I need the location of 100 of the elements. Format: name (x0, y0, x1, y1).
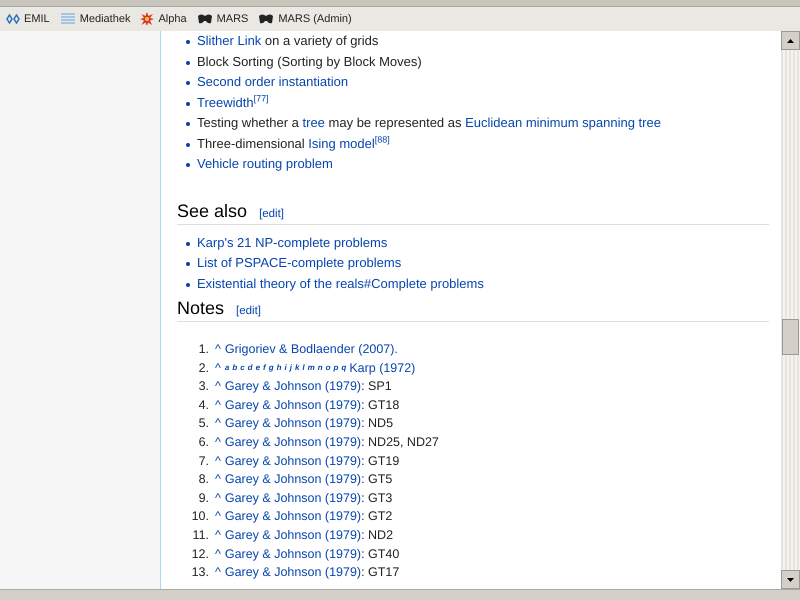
article-link[interactable]: Karp's 21 NP-complete problems (197, 234, 388, 250)
article-link[interactable]: Existential theory of the reals#Complete problems (197, 276, 484, 290)
bullet-icon (186, 242, 190, 246)
scrollbar[interactable] (781, 31, 800, 589)
bookmark-link[interactable]: EMIL (6, 12, 50, 26)
section-heading: See also (177, 200, 248, 222)
up-arrow-icon (787, 38, 794, 42)
list-text: Slither Link on a variety of grids (197, 33, 378, 48)
bookmark-link[interactable]: MARS (Admin) (258, 13, 352, 25)
article-link[interactable]: Slither Link (197, 33, 262, 48)
backlink-letter[interactable]: b (232, 358, 238, 378)
lines-icon (60, 12, 76, 26)
list-text: Block Sorting (Sorting by Block Moves) (197, 54, 422, 68)
backlink-caret[interactable]: ^ (215, 414, 221, 433)
note-number: 6. (198, 434, 209, 451)
mask-icon (258, 13, 274, 25)
backlink-caret[interactable]: ^ (215, 358, 221, 378)
edit-link[interactable]: [edit] (259, 208, 284, 220)
backlink-caret[interactable]: ^ (215, 488, 221, 508)
bullet-icon (186, 60, 190, 64)
note-number: 3. (198, 378, 209, 396)
citation-link[interactable]: Garey & Johnson (1979) (224, 544, 362, 564)
backlink-letter[interactable]: n (318, 358, 323, 378)
note-detail: : ND2 (361, 526, 394, 544)
backlink-caret[interactable]: ^ (215, 544, 221, 564)
note-detail: : GT19 (361, 452, 400, 470)
backlink-caret[interactable]: ^ (215, 452, 221, 470)
backlink-letter[interactable]: m (308, 358, 315, 378)
citation-link[interactable]: Garey & Johnson (1979) (224, 414, 362, 433)
backlink-caret[interactable]: ^ (215, 470, 221, 489)
citation-link[interactable]: Garey & Johnson (1979) (224, 563, 362, 582)
bullet-icon (186, 262, 190, 266)
diamonds-icon (6, 12, 20, 26)
note-detail: : GT17 (361, 564, 400, 582)
citation-link[interactable]: Garey & Johnson (1979) (224, 526, 362, 545)
note-number: 7. (198, 452, 209, 470)
backlink-caret[interactable]: ^ (215, 563, 221, 582)
backlink-caret[interactable]: ^ (215, 526, 221, 545)
backlink-letter[interactable]: f (263, 358, 266, 378)
backlink-letter[interactable]: h (276, 358, 282, 378)
article-link[interactable]: List of PSPACE-complete problems (197, 255, 402, 270)
bullet-icon (186, 81, 190, 85)
backlink-letter[interactable]: c (240, 358, 245, 378)
article-link[interactable]: Treewidth (197, 94, 254, 110)
backlink-letter[interactable]: e (256, 358, 260, 378)
note-number: 1. (198, 341, 209, 358)
backlink-caret[interactable]: ^ (215, 377, 221, 396)
scroll-down-button[interactable] (781, 570, 800, 589)
backlink-letter[interactable]: p (334, 358, 338, 378)
backlink-letter[interactable]: l (302, 358, 305, 378)
backlink-letter[interactable]: j (290, 358, 292, 378)
bullet-icon (186, 40, 190, 44)
citation-link[interactable]: Garey & Johnson (1979) (224, 488, 362, 508)
citation-link[interactable]: Garey & Johnson (1979) (224, 452, 362, 470)
backlink-letter[interactable]: k (294, 358, 300, 378)
bullet-icon (186, 102, 190, 106)
backlink-letter[interactable]: i (284, 358, 287, 378)
scroll-up-button[interactable] (781, 31, 800, 50)
citation-link[interactable]: Garey & Johnson (1979) (224, 377, 362, 396)
backlink-caret[interactable]: ^ (215, 507, 221, 526)
citation-link[interactable]: Karp (1972) (349, 358, 416, 378)
backlink-caret[interactable]: ^ (215, 432, 221, 452)
citation-link[interactable]: Grigoriev & Bodlaender (2007). (224, 340, 398, 359)
note-number: 10. (190, 508, 209, 526)
edit-link[interactable]: [edit] (236, 305, 261, 317)
citation-link[interactable]: Garey & Johnson (1979) (224, 470, 362, 489)
article-link[interactable]: tree (302, 115, 325, 130)
scroll-thumb[interactable] (782, 319, 799, 355)
backlink-letter[interactable]: d (248, 358, 253, 378)
bullet-icon (186, 282, 190, 286)
backlink-letter[interactable]: g (268, 358, 274, 378)
list-text: Three-dimensional Ising model$^{[88]}$ (197, 136, 390, 150)
citation-link[interactable]: Garey & Johnson (1979) (224, 432, 362, 452)
note-number: 2. (198, 360, 209, 377)
reference-link[interactable]: [88] (374, 134, 390, 144)
article-link[interactable]: Ising model (308, 136, 375, 150)
backlink-letter[interactable]: o (326, 358, 331, 378)
backlink-letter[interactable]: q (341, 358, 346, 378)
article-link[interactable]: Second order instantiation (197, 74, 348, 89)
down-arrow-icon (787, 578, 794, 582)
bullet-icon (186, 163, 190, 167)
note-detail: : GT3 (361, 490, 392, 507)
citation-link[interactable]: Garey & Johnson (1979) (224, 507, 362, 526)
bookmark-link[interactable]: MARS (196, 13, 248, 25)
note-detail: : SP1 (361, 378, 392, 396)
bookmark-link[interactable]: Mediathek (60, 12, 130, 26)
bookmark-link[interactable]: Alpha (140, 12, 187, 26)
article-link[interactable]: Vehicle routing problem (197, 156, 333, 171)
note-detail: : GT2 (361, 508, 392, 526)
backlink-caret[interactable]: ^ (215, 340, 221, 359)
bullet-icon (186, 122, 190, 126)
backlink-caret[interactable]: ^ (215, 396, 221, 414)
reference-link[interactable]: [77] (254, 93, 269, 104)
bullet-icon (186, 142, 190, 146)
backlink-letter[interactable]: a (224, 358, 230, 378)
list-text: Testing whether a tree may be represented as Euclidean minimum spanning tree (197, 115, 661, 130)
note-detail: : ND25, ND27 (361, 434, 439, 451)
citation-link[interactable]: Garey & Johnson (1979) (224, 396, 362, 414)
note-detail: : GT40 (361, 546, 400, 563)
article-link[interactable]: Euclidean minimum spanning tree (465, 115, 661, 130)
